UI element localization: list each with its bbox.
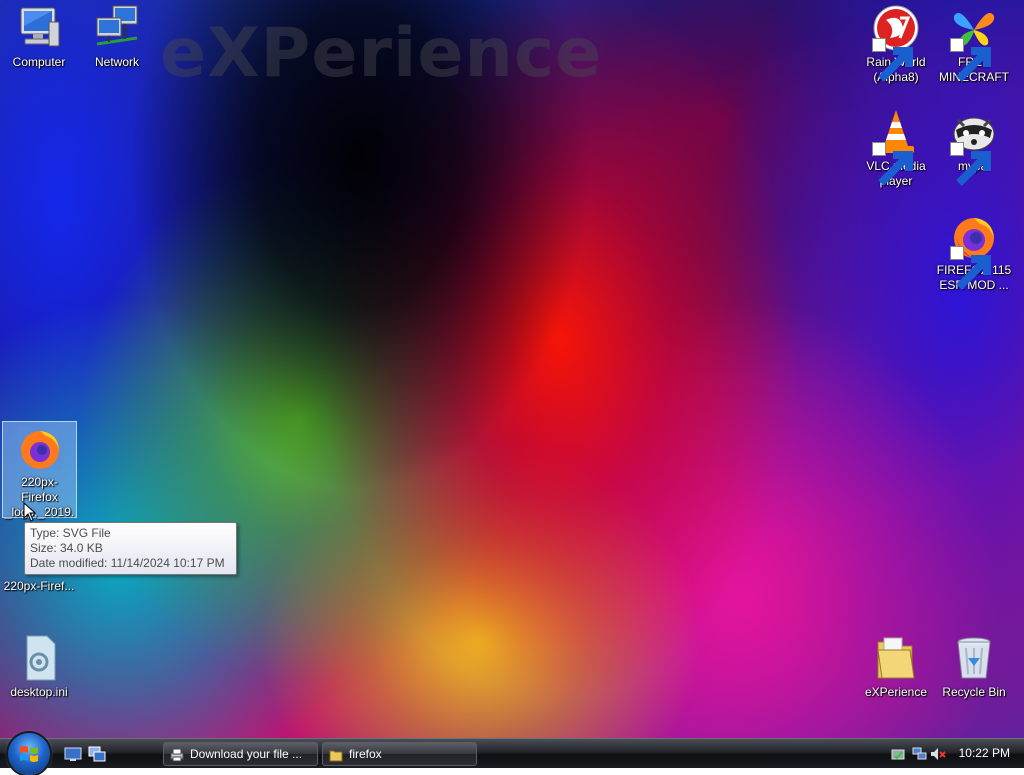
- shortcut-arrow-icon: [872, 38, 913, 82]
- firefox-logo-svg-file[interactable]: 220px-Firefox _logo,_2019.s vg: [2, 421, 77, 534]
- tooltip-size: Size: 34.0 KB: [30, 541, 103, 555]
- firefox-file-2-label: 220px-Firef...: [3, 579, 75, 593]
- desktop[interactable]: eXPerience Computer Network Rain World (…: [0, 0, 1024, 738]
- clock[interactable]: 10:22 PM: [959, 739, 1010, 768]
- computer-icon: [15, 4, 63, 52]
- firefox-115-desktop-icon[interactable]: FIREFOX 115 ESR MOD ...: [935, 212, 1013, 293]
- show-desktop-icon[interactable]: [64, 746, 82, 762]
- experience-folder-label: eXPerience: [864, 685, 928, 699]
- windows-logo-icon: [20, 746, 38, 762]
- network-status-icon[interactable]: [912, 746, 928, 762]
- raccoon-icon: [950, 108, 998, 186]
- switch-windows-icon[interactable]: [88, 746, 106, 762]
- shortcut-arrow-icon: [950, 142, 991, 186]
- recycle-bin[interactable]: Recycle Bin: [935, 634, 1013, 700]
- taskbar-task-download[interactable]: Download your file ...: [163, 742, 318, 766]
- tooltip-type: Type: SVG File: [30, 526, 111, 540]
- desktop-ini-file[interactable]: desktop.ini: [0, 634, 78, 700]
- shortcut-arrow-icon: [872, 142, 913, 186]
- rain-world-icon: [872, 4, 920, 82]
- desktop-watermark: eXPerience: [160, 14, 603, 93]
- taskbar-task-firefox-folder[interactable]: firefox: [322, 742, 477, 766]
- shortcut-arrow-icon: [950, 246, 991, 290]
- experience-folder[interactable]: eXPerience: [857, 634, 935, 700]
- firefox-icon: [950, 212, 998, 290]
- rain-world-desktop-icon[interactable]: Rain World (Alpha8): [857, 4, 935, 85]
- settings-file-icon: [15, 634, 63, 682]
- free-minecraft-desktop-icon[interactable]: FREE MINECRAFT: [935, 4, 1013, 85]
- taskbar: Download your file ... firefox 10:22 PM: [0, 733, 1024, 775]
- task-download-label: Download your file ...: [190, 747, 303, 761]
- desktop-ini-label: desktop.ini: [10, 685, 68, 699]
- system-tray: 10:22 PM: [884, 739, 1024, 768]
- start-button[interactable]: [8, 733, 50, 775]
- computer-desktop-icon[interactable]: Computer: [0, 4, 78, 70]
- recycle-bin-label: Recycle Bin: [942, 685, 1006, 699]
- network-desktop-icon[interactable]: Network: [78, 4, 156, 70]
- volume-muted-icon[interactable]: [930, 746, 946, 762]
- safely-remove-icon[interactable]: [890, 746, 906, 762]
- firefox-file-icon: [16, 424, 64, 472]
- folder-icon: [329, 747, 343, 762]
- network-icon: [93, 4, 141, 52]
- tooltip-date: Date modified: 11/14/2024 10:17 PM: [30, 556, 225, 570]
- network-label: Network: [94, 55, 139, 69]
- shortcut-arrow-icon: [950, 38, 991, 82]
- vlc-desktop-icon[interactable]: VLC media player: [857, 108, 935, 189]
- mypal-desktop-icon[interactable]: mypal: [935, 108, 1013, 186]
- vlc-cone-icon: [872, 108, 920, 186]
- computer-label: Computer: [12, 55, 66, 69]
- file-info-tooltip: Type: SVG File Size: 34.0 KB Date modifi…: [24, 522, 237, 575]
- folder-icon: [872, 634, 920, 682]
- msn-butterfly-icon: [950, 4, 998, 82]
- task-firefox-label: firefox: [349, 747, 382, 761]
- recycle-bin-icon: [950, 634, 998, 682]
- mouse-cursor-icon: [23, 501, 37, 527]
- printer-download-icon: [170, 747, 184, 762]
